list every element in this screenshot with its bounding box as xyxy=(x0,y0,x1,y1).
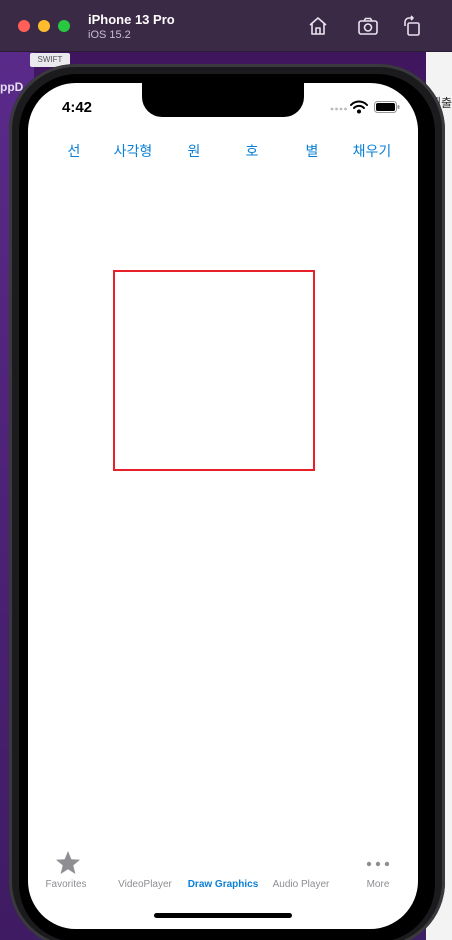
circle-button[interactable]: 원 xyxy=(182,141,206,163)
cellular-signal-icon xyxy=(330,107,347,111)
simulator-title-bar: iPhone 13 Pro iOS 15.2 xyxy=(0,0,452,52)
wifi-icon xyxy=(350,100,368,114)
tab-videoplayer[interactable]: VideoPlayer xyxy=(112,843,178,895)
window-minimize-button[interactable] xyxy=(38,20,50,32)
tab-more[interactable]: More xyxy=(352,843,404,895)
home-icon[interactable] xyxy=(306,14,330,38)
more-icon xyxy=(366,861,390,867)
screenshot-icon[interactable] xyxy=(356,14,380,38)
tab-label-draw-graphics: Draw Graphics xyxy=(187,879,259,890)
star-button[interactable]: 별 xyxy=(300,141,324,163)
line-button[interactable]: 선 xyxy=(62,141,86,163)
home-indicator[interactable] xyxy=(154,913,292,918)
device-name: iPhone 13 Pro xyxy=(88,12,175,27)
battery-icon xyxy=(374,101,400,113)
tab-label-favorites: Favorites xyxy=(45,879,87,890)
rectangle-button[interactable]: 사각형 xyxy=(112,141,154,163)
window-zoom-button[interactable] xyxy=(58,20,70,32)
os-version: iOS 15.2 xyxy=(88,29,131,41)
notch xyxy=(142,83,304,117)
status-time: 4:42 xyxy=(62,99,93,116)
tab-label-more: More xyxy=(366,879,390,890)
drawn-rectangle xyxy=(113,270,315,471)
tab-label-videoplayer: VideoPlayer xyxy=(118,879,172,890)
rotate-icon[interactable] xyxy=(400,14,424,38)
fill-button[interactable]: 채우기 xyxy=(350,141,394,163)
star-icon xyxy=(56,851,80,874)
tab-audio-player[interactable]: Audio Player xyxy=(268,843,334,895)
phone-screen: 4:42 선 사각형 원 호 별 채우기 Favorites VideoPlay… xyxy=(28,83,418,929)
window-close-button[interactable] xyxy=(18,20,30,32)
tab-favorites[interactable]: Favorites xyxy=(34,843,98,895)
drawing-canvas[interactable] xyxy=(28,175,418,815)
tab-draw-graphics[interactable]: Draw Graphics xyxy=(184,843,262,895)
arc-button[interactable]: 호 xyxy=(240,141,264,163)
tab-label-audio-player: Audio Player xyxy=(272,879,330,890)
